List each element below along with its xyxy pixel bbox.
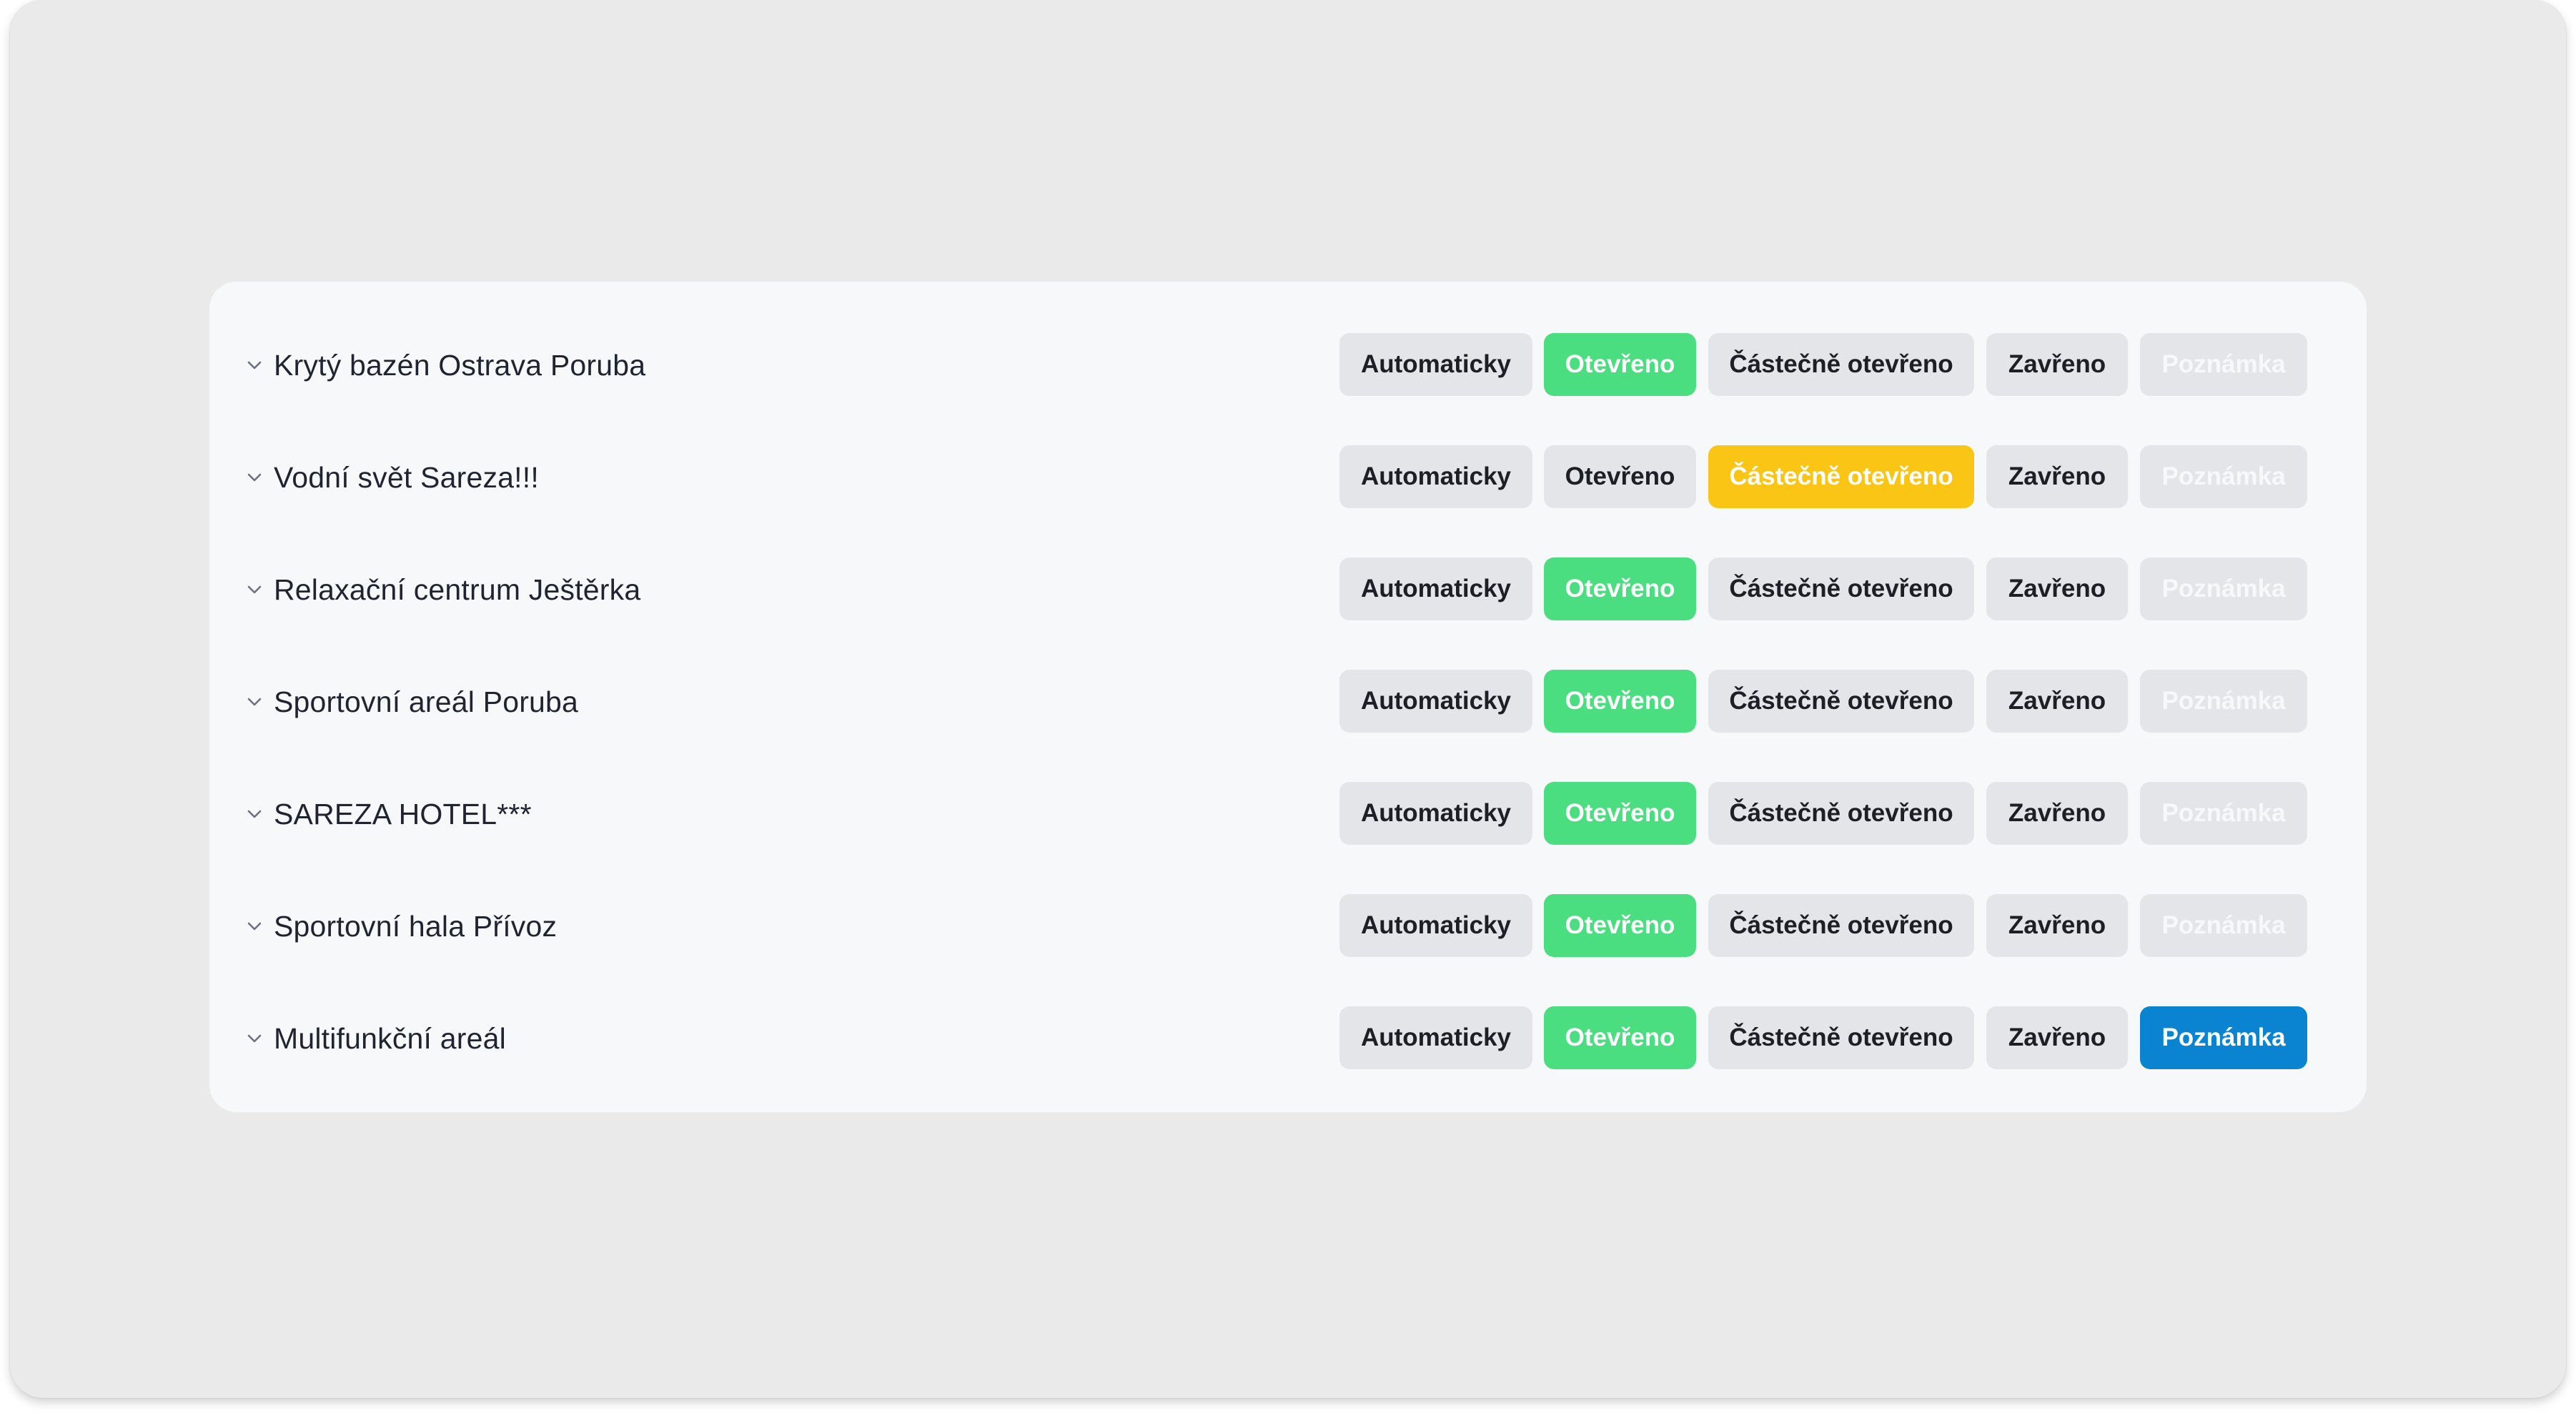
- closed-button[interactable]: Zavřeno: [1986, 894, 2128, 957]
- open-button[interactable]: Otevřeno: [1544, 445, 1696, 508]
- facility-toggle[interactable]: Vodní svět Sareza!!!: [245, 445, 539, 510]
- chevron-down-icon: [245, 917, 264, 936]
- note-button[interactable]: Poznámka: [2140, 333, 2307, 396]
- chevron-down-icon: [245, 805, 264, 823]
- closed-button[interactable]: Zavřeno: [1986, 782, 2128, 845]
- facility-toggle[interactable]: SAREZA HOTEL***: [245, 782, 532, 846]
- facility-row: Krytý bazén Ostrava Poruba Automaticky O…: [209, 333, 2367, 397]
- note-button[interactable]: Poznámka: [2140, 894, 2307, 957]
- note-button[interactable]: Poznámka: [2140, 445, 2307, 508]
- note-button[interactable]: Poznámka: [2140, 670, 2307, 733]
- facility-row: Multifunkční areál Automaticky Otevřeno …: [209, 1006, 2367, 1071]
- partially-open-button[interactable]: Částečně otevřeno: [1708, 445, 1974, 508]
- facility-row: Relaxační centrum Ještěrka Automaticky O…: [209, 557, 2367, 622]
- facility-row: Sportovní areál Poruba Automaticky Otevř…: [209, 670, 2367, 734]
- facility-name: Vodní svět Sareza!!!: [274, 460, 539, 494]
- partially-open-button[interactable]: Částečně otevřeno: [1708, 782, 1974, 845]
- partially-open-button[interactable]: Částečně otevřeno: [1708, 557, 1974, 620]
- facility-toggle[interactable]: Relaxační centrum Ještěrka: [245, 557, 640, 622]
- closed-button[interactable]: Zavřeno: [1986, 1006, 2128, 1069]
- facility-toggle[interactable]: Sportovní hala Přívoz: [245, 894, 557, 958]
- facility-name: Multifunkční areál: [274, 1021, 506, 1055]
- auto-button[interactable]: Automaticky: [1339, 445, 1532, 508]
- auto-button[interactable]: Automaticky: [1339, 782, 1532, 845]
- closed-button[interactable]: Zavřeno: [1986, 445, 2128, 508]
- note-button[interactable]: Poznámka: [2140, 782, 2307, 845]
- open-button[interactable]: Otevřeno: [1544, 557, 1696, 620]
- chevron-down-icon: [245, 693, 264, 711]
- partially-open-button[interactable]: Částečně otevřeno: [1708, 1006, 1974, 1069]
- facility-row: Sportovní hala Přívoz Automaticky Otevře…: [209, 894, 2367, 958]
- auto-button[interactable]: Automaticky: [1339, 670, 1532, 733]
- open-button[interactable]: Otevřeno: [1544, 894, 1696, 957]
- facility-toggle[interactable]: Multifunkční areál: [245, 1006, 506, 1071]
- facility-toggle[interactable]: Krytý bazén Ostrava Poruba: [245, 333, 645, 397]
- facility-name: Krytý bazén Ostrava Poruba: [274, 348, 646, 382]
- facility-row: Vodní svět Sareza!!! Automaticky Otevřen…: [209, 445, 2367, 510]
- facility-name: Relaxační centrum Ještěrka: [274, 572, 641, 606]
- open-button[interactable]: Otevřeno: [1544, 333, 1696, 396]
- chevron-down-icon: [245, 580, 264, 599]
- partially-open-button[interactable]: Částečně otevřeno: [1708, 894, 1974, 957]
- note-button[interactable]: Poznámka: [2140, 1006, 2307, 1069]
- closed-button[interactable]: Zavřeno: [1986, 557, 2128, 620]
- chevron-down-icon: [245, 356, 264, 375]
- facility-toggle[interactable]: Sportovní areál Poruba: [245, 670, 578, 734]
- auto-button[interactable]: Automaticky: [1339, 557, 1532, 620]
- facility-status-panel: Krytý bazén Ostrava Poruba Automaticky O…: [209, 282, 2367, 1112]
- auto-button[interactable]: Automaticky: [1339, 333, 1532, 396]
- note-button[interactable]: Poznámka: [2140, 557, 2307, 620]
- chevron-down-icon: [245, 1029, 264, 1048]
- facility-row: SAREZA HOTEL*** Automaticky Otevřeno Čás…: [209, 782, 2367, 846]
- facility-name: Sportovní areál Poruba: [274, 685, 579, 718]
- closed-button[interactable]: Zavřeno: [1986, 333, 2128, 396]
- partially-open-button[interactable]: Částečně otevřeno: [1708, 333, 1974, 396]
- app-window: Krytý bazén Ostrava Poruba Automaticky O…: [10, 0, 2566, 1398]
- closed-button[interactable]: Zavřeno: [1986, 670, 2128, 733]
- open-button[interactable]: Otevřeno: [1544, 782, 1696, 845]
- auto-button[interactable]: Automaticky: [1339, 894, 1532, 957]
- facility-name: SAREZA HOTEL***: [274, 797, 532, 831]
- auto-button[interactable]: Automaticky: [1339, 1006, 1532, 1069]
- open-button[interactable]: Otevřeno: [1544, 670, 1696, 733]
- chevron-down-icon: [245, 468, 264, 487]
- facility-name: Sportovní hala Přívoz: [274, 909, 558, 943]
- open-button[interactable]: Otevřeno: [1544, 1006, 1696, 1069]
- partially-open-button[interactable]: Částečně otevřeno: [1708, 670, 1974, 733]
